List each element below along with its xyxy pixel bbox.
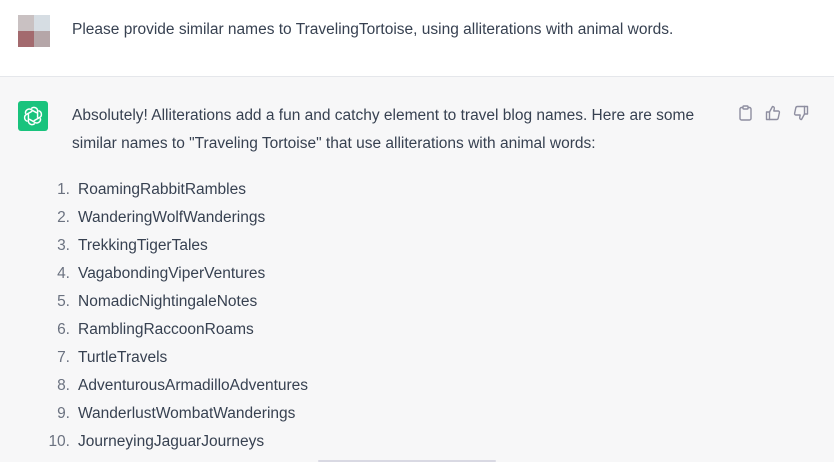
list-item: 4. VagabondingViperVentures: [57, 260, 722, 288]
list-item-text: TrekkingTigerTales: [78, 237, 208, 254]
list-item: 6. RamblingRaccoonRoams: [57, 316, 722, 344]
list-item: 10. JourneyingJaguarJourneys: [48, 428, 722, 456]
list-number: 5.: [57, 293, 70, 310]
list-item-text: TurtleTravels: [78, 349, 168, 366]
avatar-tile: [18, 31, 34, 47]
list-item: 5. NomadicNightingaleNotes: [57, 288, 722, 316]
list-item-text: WanderingWolfWanderings: [78, 209, 266, 226]
user-message-text: Please provide similar names to Travelin…: [72, 21, 674, 38]
list-item-text: AdventurousArmadilloAdventures: [78, 377, 309, 394]
list-item-text: VagabondingViperVentures: [78, 265, 266, 282]
list-item: 7. TurtleTravels: [57, 344, 722, 372]
list-number: 10.: [48, 433, 70, 450]
list-number: 3.: [57, 237, 70, 254]
list-item-text: RoamingRabbitRambles: [78, 181, 246, 198]
list-number: 4.: [57, 265, 70, 282]
user-avatar: [18, 15, 50, 47]
list-number: 2.: [57, 209, 70, 226]
thumbs-down-button[interactable]: [792, 104, 810, 122]
assistant-intro-text: Absolutely! Alliterations add a fun and …: [72, 107, 695, 152]
avatar-tile: [18, 15, 34, 31]
copy-button[interactable]: [736, 104, 754, 122]
list-item-text: NomadicNightingaleNotes: [78, 293, 258, 310]
list-item-text: JourneyingJaguarJourneys: [78, 433, 265, 450]
thumbs-down-icon: [793, 105, 809, 121]
list-item: 3. TrekkingTigerTales: [57, 232, 722, 260]
list-item: 9. WanderlustWombatWanderings: [57, 400, 722, 428]
clipboard-icon: [738, 105, 752, 121]
avatar-tile: [34, 15, 50, 31]
list-item: 2. WanderingWolfWanderings: [57, 204, 722, 232]
list-item-text: RamblingRaccoonRoams: [78, 321, 254, 338]
suggestion-list: 1. RoamingRabbitRambles 2. WanderingWolfWa…: [48, 176, 722, 456]
list-item-text: WanderlustWombatWanderings: [78, 405, 296, 422]
list-item: 1. RoamingRabbitRambles: [57, 176, 722, 204]
list-number: 1.: [57, 181, 70, 198]
message-actions: [736, 104, 810, 122]
user-message-row: Please provide similar names to Travelin…: [0, 0, 834, 77]
list-number: 6.: [57, 321, 70, 338]
list-number: 8.: [57, 377, 70, 394]
openai-logo-icon: [23, 106, 43, 126]
assistant-message-row: Absolutely! Alliterations add a fun and …: [0, 77, 834, 462]
thumbs-up-button[interactable]: [764, 104, 782, 122]
list-number: 7.: [57, 349, 70, 366]
assistant-avatar: [18, 101, 48, 131]
thumbs-up-icon: [765, 105, 781, 121]
list-number: 9.: [57, 405, 70, 422]
avatar-tile: [34, 31, 50, 47]
list-item: 8. AdventurousArmadilloAdventures: [57, 372, 722, 400]
assistant-message-content: Absolutely! Alliterations add a fun and …: [48, 102, 722, 456]
